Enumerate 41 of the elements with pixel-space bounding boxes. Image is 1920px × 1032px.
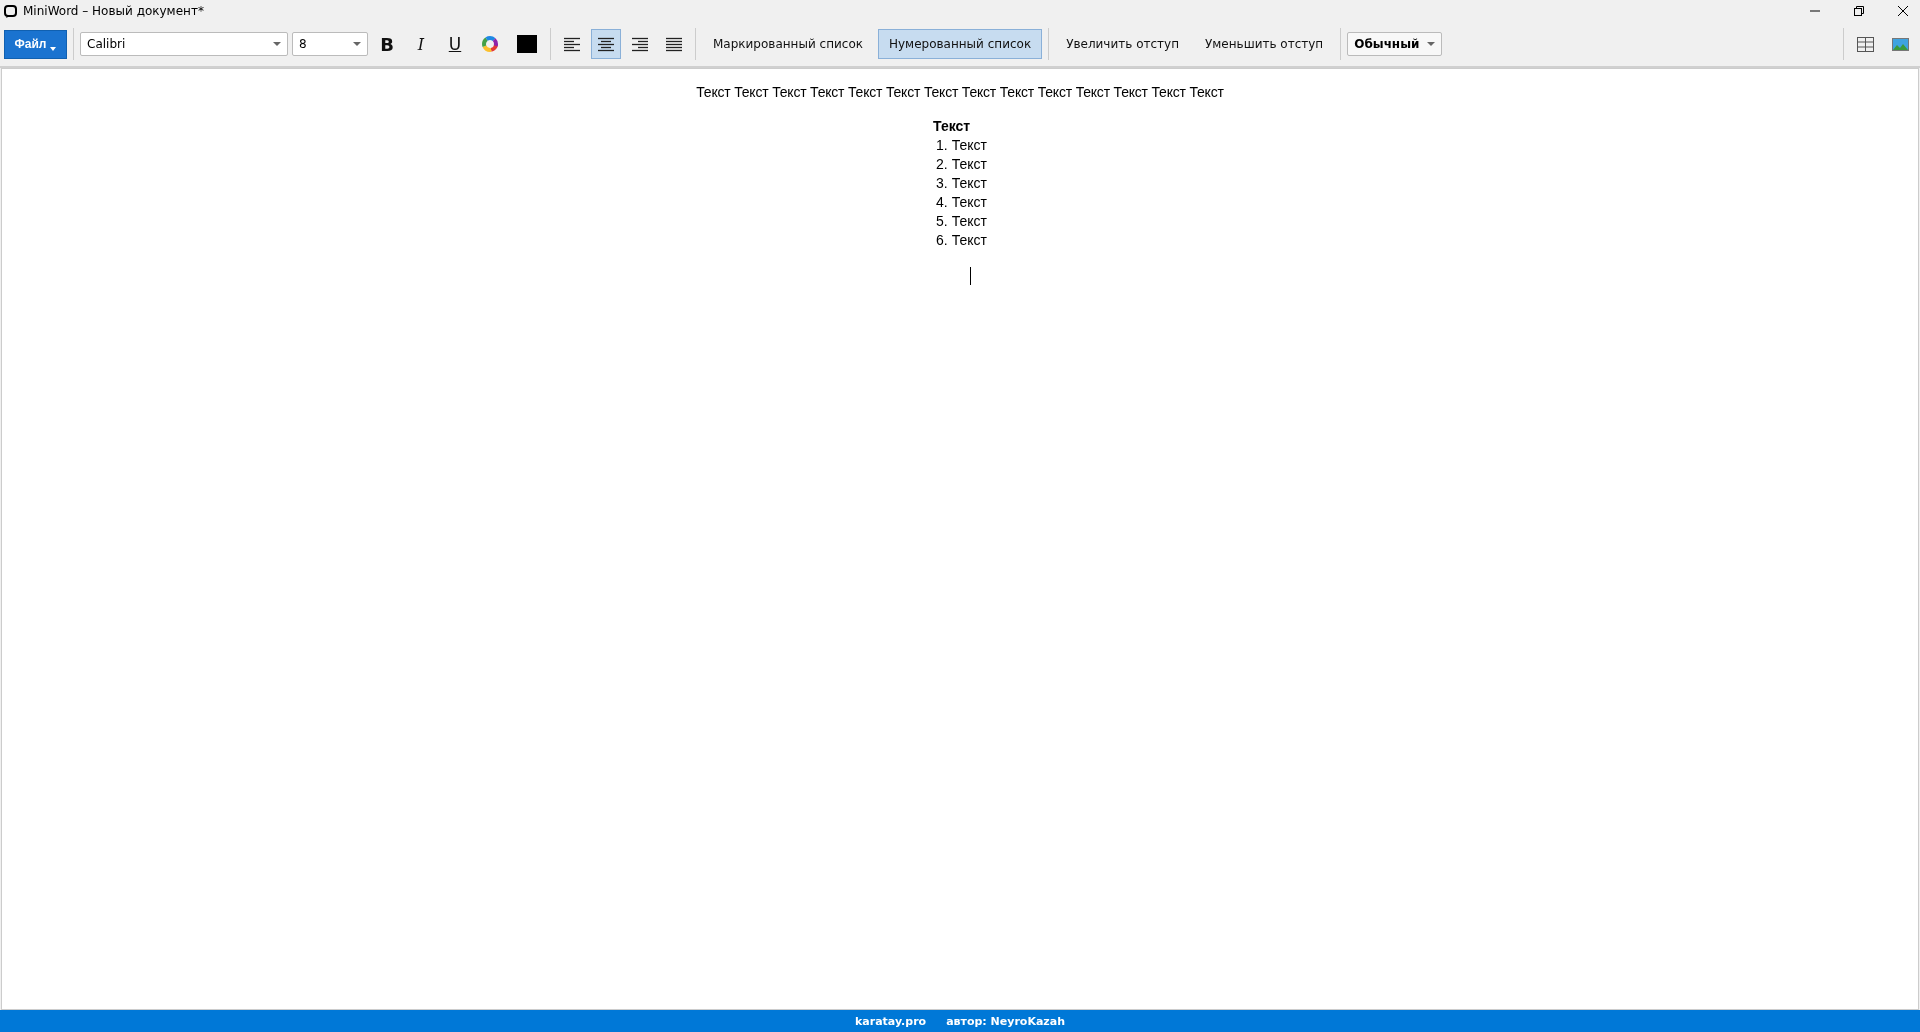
align-center-button[interactable]: [591, 29, 621, 59]
indent-button[interactable]: Уменьшить отступ: [1194, 29, 1335, 59]
align-justify-icon: [666, 36, 682, 52]
list-item-text: Текст: [951, 137, 987, 153]
restore-icon[interactable]: [1854, 6, 1864, 16]
align-right-icon: [632, 36, 648, 52]
list-item-text: Текст: [951, 213, 987, 229]
app-icon: [4, 4, 17, 18]
list-item-text: Текст: [951, 175, 987, 191]
dropdown-caret-icon[interactable]: [353, 42, 361, 46]
window-title: MiniWord – Новый документ*: [23, 4, 204, 18]
close-icon[interactable]: [1898, 6, 1908, 16]
align-center-icon: [598, 36, 614, 52]
list-button[interactable]: Нумерованный список: [877, 29, 1043, 59]
align-left-icon: [564, 36, 580, 52]
list-item-text: Текст: [951, 156, 987, 172]
list-heading: Текст: [933, 117, 972, 136]
indent-button[interactable]: Увеличить отступ: [1055, 29, 1190, 59]
list-button[interactable]: Маркированный список: [702, 29, 874, 59]
author-text: автор: NeyroKazah: [946, 1014, 1065, 1028]
dropdown-caret-icon[interactable]: [1427, 42, 1436, 46]
file-button[interactable]: Файл: [4, 29, 67, 59]
size-combobox[interactable]: 8: [292, 32, 368, 56]
text-cursor: [969, 267, 971, 285]
list-number: 2.: [936, 156, 948, 172]
underline-button[interactable]: U: [440, 29, 470, 59]
italic-button[interactable]: I: [406, 29, 436, 59]
list-item-text: Текст: [951, 194, 987, 210]
list-number: 1.: [936, 137, 948, 153]
list-number: 5.: [936, 213, 948, 229]
bold-button[interactable]: B: [372, 29, 402, 59]
paragraph-text: Текст Текст Текст Текст Текст Текст Текст Текст Текст Текст Текст Текст Текст Текст: [696, 84, 1224, 100]
list-item-text: Текст: [951, 232, 987, 248]
caret-icon: [50, 47, 57, 51]
font-combobox[interactable]: Calibri: [80, 32, 288, 56]
site-link[interactable]: karatay.pro: [855, 1014, 927, 1028]
style-combobox[interactable]: Обычный: [1347, 32, 1443, 56]
list-number: 4.: [936, 194, 948, 210]
list-number: 6.: [936, 232, 948, 248]
list-number: 3.: [936, 175, 948, 191]
dropdown-caret-icon[interactable]: [273, 42, 281, 46]
